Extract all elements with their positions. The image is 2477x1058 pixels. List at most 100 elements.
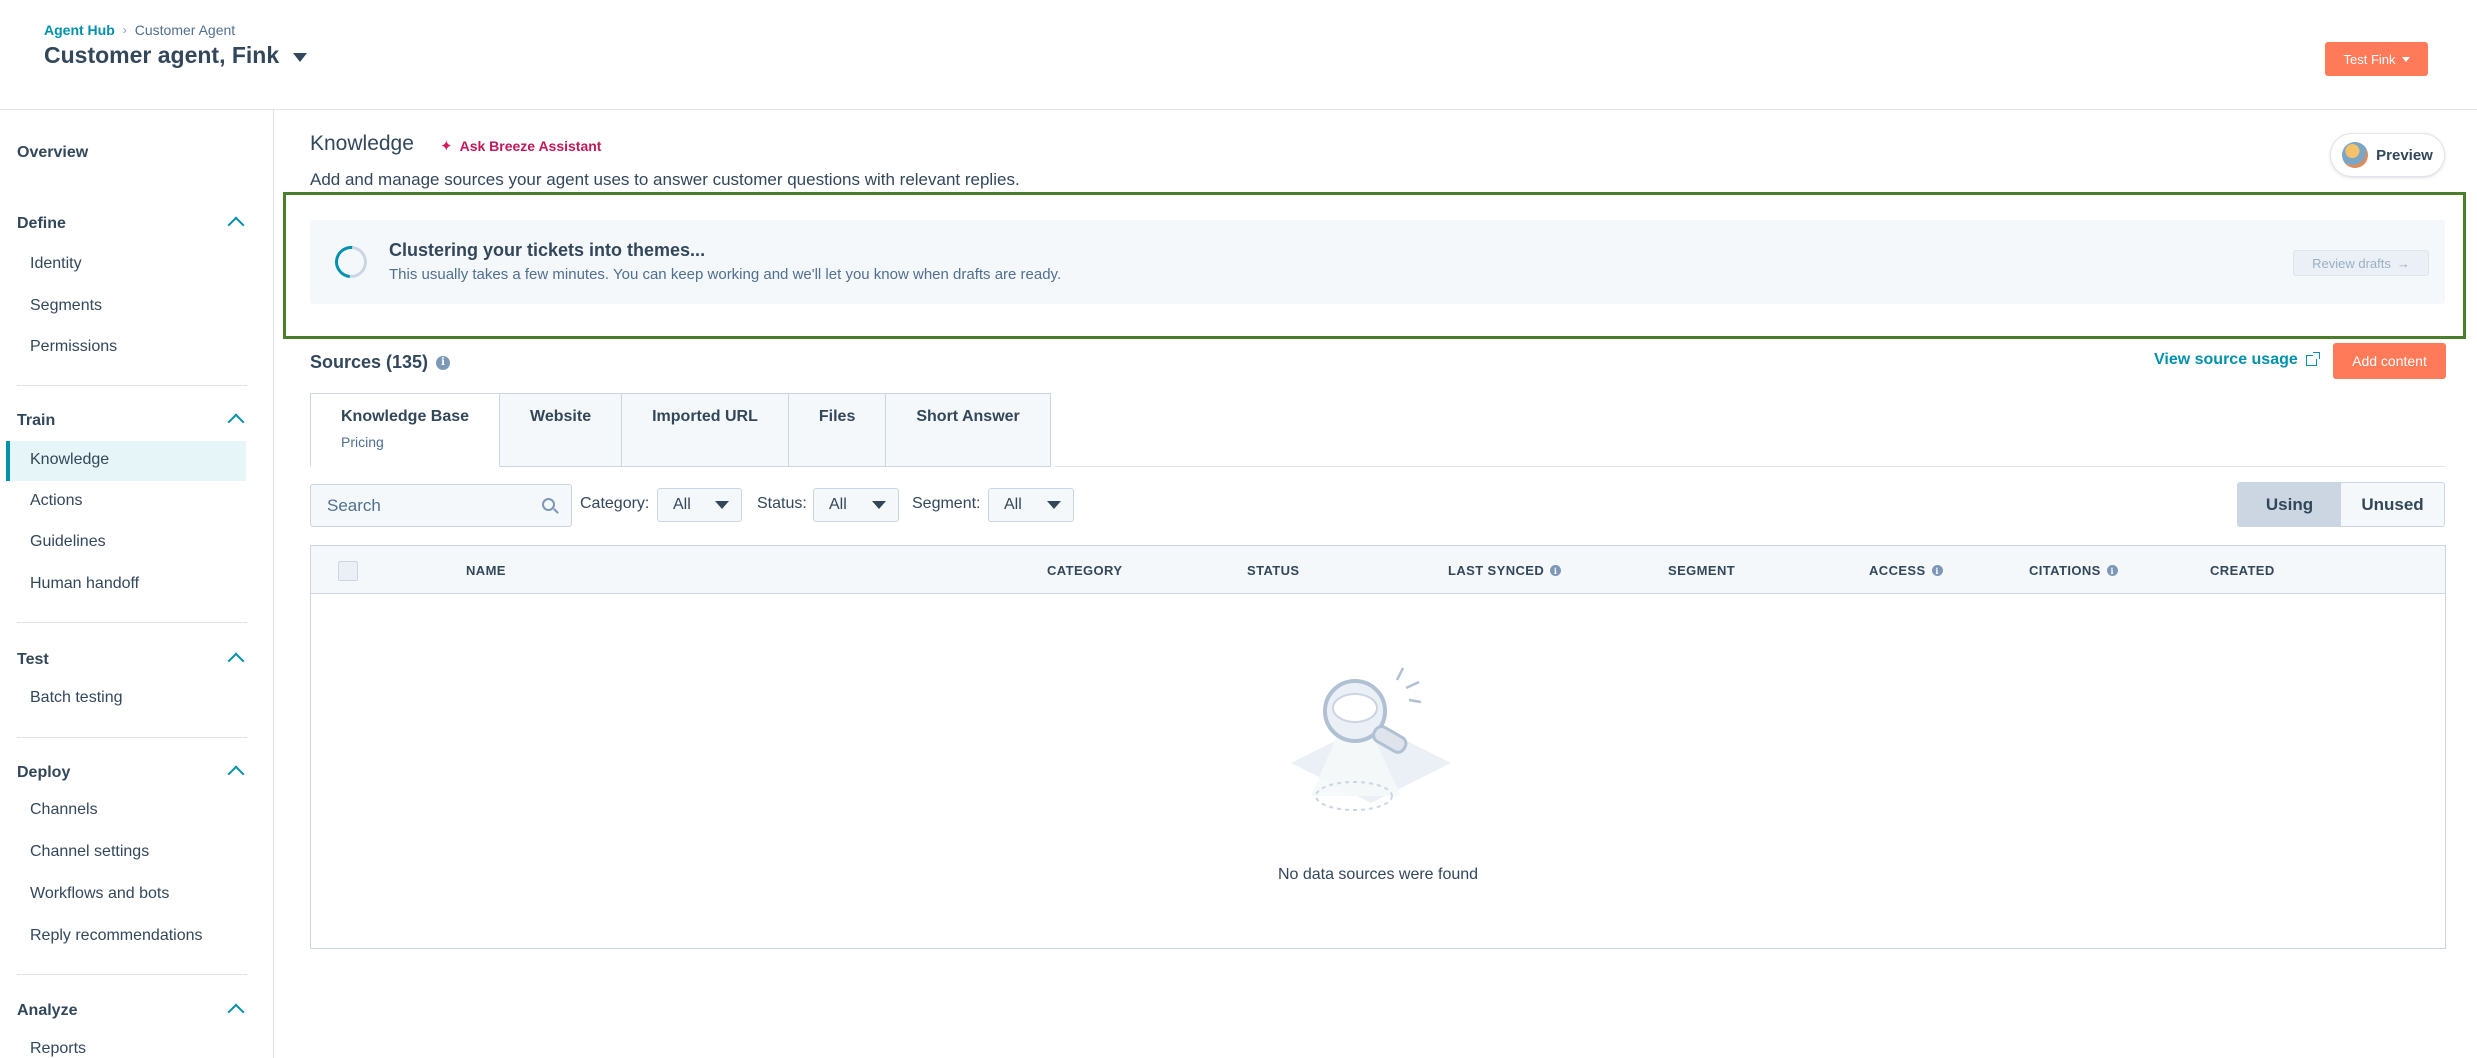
caret-down-icon <box>872 501 886 509</box>
caret-down-icon <box>2401 56 2410 62</box>
info-icon[interactable]: i <box>1931 565 1943 576</box>
tab-website[interactable]: Website <box>500 393 623 467</box>
tab-label: Website <box>530 408 592 425</box>
column-header-name[interactable]: NAME <box>466 563 506 578</box>
sources-table: NAME CATEGORY STATUS LAST SYNCED i SEGME… <box>310 545 2446 949</box>
sources-heading: Sources (135) i <box>310 352 451 373</box>
search-field <box>310 484 572 527</box>
breadcrumb-separator-icon: › <box>122 23 127 37</box>
status-select-value: All <box>829 496 847 513</box>
sidebar: Overview Define Identity Segments Permis… <box>0 110 274 1058</box>
preview-button[interactable]: Preview <box>2330 133 2445 177</box>
sidebar-item-batch-testing[interactable]: Batch testing <box>30 689 123 707</box>
select-all-checkbox[interactable] <box>338 561 358 581</box>
column-header-status[interactable]: STATUS <box>1247 563 1299 578</box>
column-header-created[interactable]: CREATED <box>2210 563 2275 578</box>
breadcrumb: Agent Hub › Customer Agent <box>44 22 235 38</box>
tab-imported-url[interactable]: Imported URL <box>622 393 789 467</box>
sidebar-item-channel-settings[interactable]: Channel settings <box>30 843 149 861</box>
info-icon[interactable]: i <box>1550 565 1562 576</box>
table-header: NAME CATEGORY STATUS LAST SYNCED i SEGME… <box>311 546 2445 594</box>
tab-short-answer[interactable]: Short Answer <box>886 393 1051 467</box>
breadcrumb-current: Customer Agent <box>134 22 236 38</box>
view-source-usage-link[interactable]: View source usage <box>2154 351 2320 369</box>
category-filter-label: Category: <box>580 495 650 512</box>
banner-title: Clustering your tickets into themes... <box>389 240 706 260</box>
agent-selector[interactable]: Customer agent, Fink <box>44 42 308 69</box>
tab-label: Short Answer <box>916 408 1020 425</box>
tabs-divider <box>1055 466 2445 467</box>
column-header-label: LAST SYNCED <box>1448 563 1545 578</box>
column-header-citations[interactable]: CITATIONS i <box>2029 563 2118 578</box>
sidebar-item-actions[interactable]: Actions <box>30 492 82 510</box>
search-input[interactable] <box>311 485 531 526</box>
tab-label: Knowledge Base <box>341 408 470 425</box>
sidebar-item-guidelines[interactable]: Guidelines <box>30 533 106 551</box>
search-icon[interactable] <box>542 498 555 511</box>
sidebar-item-identity[interactable]: Identity <box>30 255 82 273</box>
sidebar-item-human-handoff[interactable]: Human handoff <box>30 575 139 593</box>
column-header-category[interactable]: CATEGORY <box>1047 563 1122 578</box>
toggle-unused[interactable]: Unused <box>2341 483 2444 526</box>
status-select[interactable]: All <box>813 488 899 522</box>
tab-label: Files <box>818 408 856 425</box>
sparkle-icon: ✦ <box>440 138 453 155</box>
view-source-usage-label: View source usage <box>2154 351 2298 368</box>
sidebar-section-analyze[interactable]: Analyze <box>17 1002 245 1021</box>
column-header-access[interactable]: ACCESS i <box>1869 563 1943 578</box>
top-header: Agent Hub › Customer Agent Customer agen… <box>0 0 2477 110</box>
empty-state-message: No data sources were found <box>1277 866 1479 883</box>
sidebar-divider <box>17 974 247 975</box>
tab-label: Imported URL <box>652 408 758 425</box>
arrow-right-icon: → <box>2396 255 2410 271</box>
sidebar-section-define[interactable]: Define <box>17 215 245 234</box>
toggle-using[interactable]: Using <box>2238 483 2341 526</box>
info-icon[interactable]: i <box>436 355 451 370</box>
chevron-up-icon <box>227 216 245 234</box>
tab-knowledge-base[interactable]: Knowledge Base Pricing <box>310 393 501 467</box>
column-header-segment[interactable]: SEGMENT <box>1668 563 1735 578</box>
sidebar-divider <box>17 622 247 623</box>
sidebar-section-title: Train <box>17 412 56 429</box>
segment-select-value: All <box>1004 496 1022 513</box>
chevron-up-icon <box>227 765 245 783</box>
sidebar-section-title: Test <box>17 651 49 668</box>
sidebar-section-test[interactable]: Test <box>17 651 245 670</box>
source-tabs: Knowledge Base Pricing Website Imported … <box>310 393 1051 467</box>
preview-label: Preview <box>2376 146 2433 164</box>
banner-text: This usually takes a few minutes. You ca… <box>389 266 1062 283</box>
review-drafts-button[interactable]: Review drafts → <box>2293 250 2429 276</box>
sidebar-item-overview[interactable]: Overview <box>17 144 88 162</box>
sidebar-item-reports[interactable]: Reports <box>30 1040 86 1058</box>
agent-name: Customer agent, Fink <box>44 42 280 68</box>
sidebar-section-title: Analyze <box>17 1002 78 1019</box>
chevron-up-icon <box>227 1003 245 1021</box>
sidebar-item-workflows-and-bots[interactable]: Workflows and bots <box>30 885 169 903</box>
info-icon[interactable]: i <box>2106 565 2118 576</box>
chevron-up-icon <box>227 413 245 431</box>
sidebar-section-title: Deploy <box>17 764 71 781</box>
avatar <box>2342 142 2369 168</box>
segment-select[interactable]: All <box>988 488 1074 522</box>
add-content-button[interactable]: Add content <box>2333 343 2446 379</box>
sidebar-section-train[interactable]: Train <box>17 412 245 431</box>
user-menu-label: Test Fink <box>2343 51 2396 67</box>
sidebar-item-segments[interactable]: Segments <box>30 297 102 315</box>
segment-filter-label: Segment: <box>912 495 981 512</box>
clustering-banner: Clustering your tickets into themes... T… <box>310 220 2445 304</box>
sidebar-item-knowledge[interactable]: Knowledge <box>30 451 109 469</box>
sidebar-item-reply-recommendations[interactable]: Reply recommendations <box>30 927 203 945</box>
page-title: Knowledge <box>310 132 414 155</box>
tab-files[interactable]: Files <box>788 393 887 467</box>
ask-breeze-assistant-link[interactable]: ✦ Ask Breeze Assistant <box>440 137 601 155</box>
sidebar-item-permissions[interactable]: Permissions <box>30 338 117 356</box>
category-select[interactable]: All <box>657 488 742 522</box>
status-filter-label: Status: <box>757 495 807 512</box>
sidebar-item-channels[interactable]: Channels <box>30 801 98 819</box>
breadcrumb-agent-hub-link[interactable]: Agent Hub <box>44 22 115 38</box>
sidebar-section-deploy[interactable]: Deploy <box>17 764 245 783</box>
sidebar-divider <box>17 385 247 386</box>
user-menu-button[interactable]: Test Fink <box>2325 42 2428 76</box>
column-header-last-synced[interactable]: LAST SYNCED i <box>1448 563 1562 578</box>
loading-spinner-icon <box>328 239 374 285</box>
